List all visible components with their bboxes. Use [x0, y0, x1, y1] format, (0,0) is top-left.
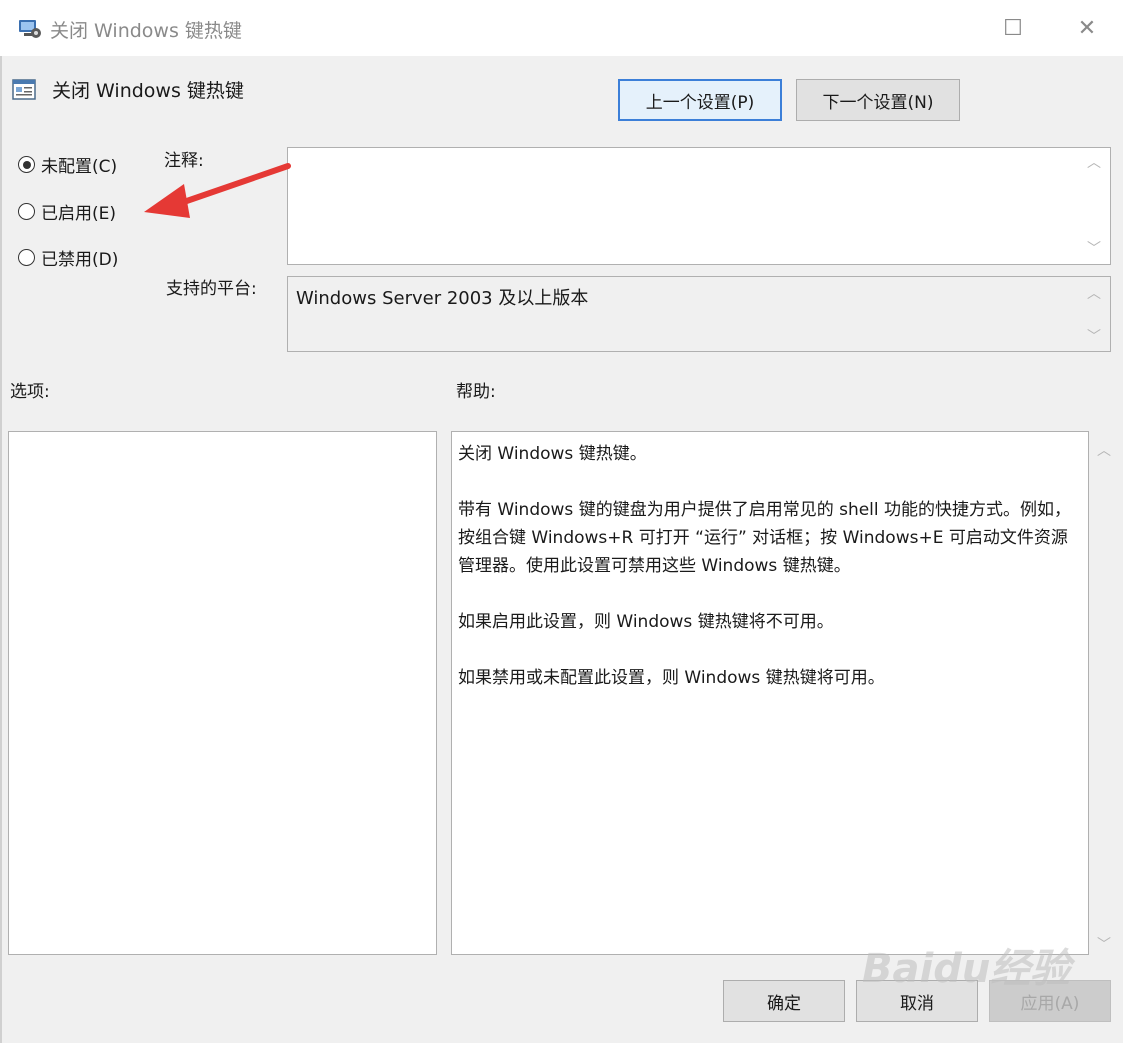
options-pane — [8, 431, 437, 955]
scroll-up-icon[interactable]: ︿ — [1087, 152, 1101, 172]
radio-button[interactable] — [18, 203, 35, 220]
scroll-down-icon[interactable]: ﹀ — [1087, 326, 1101, 346]
group-policy-icon — [16, 16, 42, 40]
help-paragraph: 如果禁用或未配置此设置，则 Windows 键热键将可用。 — [458, 668, 885, 688]
radio-enabled[interactable]: 已启用(E) — [18, 199, 116, 224]
maximize-icon: ☐ — [1003, 15, 1023, 41]
minimize-icon: — — [940, 15, 962, 41]
help-text: 关闭 Windows 键热键。 带有 Windows 键的键盘为用户提供了启用常… — [458, 440, 1080, 720]
ok-button[interactable]: 确定 — [723, 980, 845, 1022]
help-label: 帮助: — [456, 382, 496, 402]
help-paragraph: 如果启用此设置，则 Windows 键热键将不可用。 — [458, 612, 834, 632]
policy-setting-icon — [12, 78, 38, 102]
minimize-button[interactable]: — — [928, 10, 974, 46]
help-paragraph: 关闭 Windows 键热键。 — [458, 444, 647, 464]
scroll-down-icon[interactable]: ﹀ — [1087, 238, 1101, 258]
scroll-down-icon[interactable]: ﹀ — [1097, 934, 1111, 954]
window-border — [0, 56, 2, 1043]
scroll-up-icon[interactable]: ︿ — [1087, 283, 1101, 303]
previous-setting-button[interactable]: 上一个设置(P) — [618, 79, 782, 121]
close-icon: ✕ — [1077, 15, 1097, 41]
window-title: 关闭 Windows 键热键 — [50, 20, 242, 42]
watermark-logo: Baidu经验 — [862, 946, 1071, 992]
policy-title: 关闭 Windows 键热键 — [52, 80, 244, 102]
options-label: 选项: — [10, 382, 50, 402]
radio-not-configured[interactable]: 未配置(C) — [18, 152, 117, 177]
radio-label: 未配置(C) — [41, 157, 118, 177]
supported-platform-label: 支持的平台: — [166, 279, 257, 299]
radio-label: 已禁用(D) — [41, 250, 119, 270]
radio-button-checked[interactable] — [18, 156, 35, 173]
radio-label: 已启用(E) — [41, 204, 117, 224]
close-button[interactable]: ✕ — [1064, 10, 1110, 46]
maximize-button[interactable]: ☐ — [990, 10, 1036, 46]
supported-platform-value: Windows Server 2003 及以上版本 — [296, 288, 589, 309]
radio-disabled[interactable]: 已禁用(D) — [18, 245, 118, 270]
help-paragraph: 带有 Windows 键的键盘为用户提供了启用常见的 shell 功能的快捷方式… — [458, 500, 1072, 576]
comment-textarea[interactable] — [287, 147, 1111, 265]
radio-button[interactable] — [18, 249, 35, 266]
annotation-arrow-icon — [144, 163, 291, 218]
next-setting-button[interactable]: 下一个设置(N) — [796, 79, 960, 121]
scroll-up-icon[interactable]: ︿ — [1097, 440, 1111, 460]
